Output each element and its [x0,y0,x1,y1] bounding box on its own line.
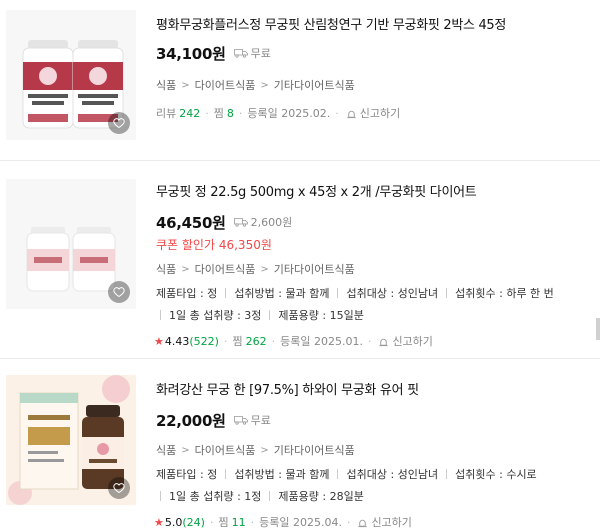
category-breadcrumb: 식품 > 다이어트식품 > 기타다이어트식품 [156,261,590,277]
product-thumbnail[interactable] [6,10,136,140]
zzim-count: 찜8 [213,107,234,120]
product-title[interactable]: 무궁핏 정 22.5g 500mg x 45정 x 2개 /무궁화핏 다이어트 [156,181,590,200]
product-card: 화려강산 무궁 한 [97.5%] 하와이 무궁화 유어 핏 22,000원 무… [0,359,600,530]
scrollbar-indicator[interactable] [596,318,600,340]
spec-row: 1일 총 섭취량 : 1정 제품용량 : 28일분 [156,486,590,508]
chevron-right-icon: > [260,79,269,91]
spec-item: 섭취방법 : 물과 함께 [234,468,330,481]
spec-item: 섭취횟수 : 수시로 [455,468,537,481]
separator-dot: · [238,106,243,120]
shipping-info: 무료 [233,412,271,428]
shipping-fee: 2,600원 [250,216,293,229]
spec-item: 1일 총 섭취량 : 3정 [169,309,262,322]
product-thumbnail[interactable] [6,179,136,309]
registered-date: 등록일 2025.02. [247,107,331,120]
category-link[interactable]: 기타다이어트식품 [274,77,355,93]
product-price: 22,000원 [156,411,226,430]
shipping-fee: 무료 [250,47,271,60]
heart-icon [113,118,125,129]
truck-icon [233,218,248,227]
siren-icon [347,110,356,118]
category-link[interactable]: 기타다이어트식품 [274,261,355,277]
chevron-right-icon: > [260,263,269,275]
spec-item: 섭취방법 : 물과 함께 [234,287,330,300]
category-link[interactable]: 식품 [156,261,176,277]
separator-dot: · [335,106,339,120]
zzim-button[interactable] [108,477,130,499]
siren-icon [358,519,368,527]
product-meta: ★4.43(522) · 찜 262 · 등록일 2025.01. · 신고하기 [154,333,590,349]
product-title[interactable]: 평화무궁화플러스정 무궁핏 산림청연구 기반 무궁화핏 2박스 45정 [156,14,590,33]
category-link[interactable]: 기타다이어트식품 [274,442,355,458]
separator-dot: · [205,106,209,120]
category-link[interactable]: 다이어트식품 [195,261,256,277]
product-card: 평화무궁화플러스정 무궁핏 산림청연구 기반 무궁화핏 2박스 45정 34,1… [0,0,600,160]
category-link[interactable]: 식품 [156,77,176,93]
category-breadcrumb: 식품 > 다이어트식품 > 기타다이어트식품 [156,77,590,93]
product-price: 46,450원 [156,213,226,232]
zzim-count: 찜 262 [232,335,267,348]
product-price: 34,100원 [156,44,226,63]
spec-row: 제품타입 : 정 섭취방법 : 물과 함께 섭취대상 : 성인남녀 섭취횟수 : 하루… [156,283,590,305]
spec-item: 1일 총 섭취량 : 1정 [169,490,262,503]
separator-dot: · [223,334,228,348]
shipping-fee: 무료 [250,414,271,427]
product-thumbnail[interactable] [6,375,136,505]
spec-item: 제품타입 : 정 [156,287,218,300]
shipping-info: 2,600원 [233,214,293,230]
product-card: 무궁핏 정 22.5g 500mg x 45정 x 2개 /무궁화핏 다이어트 … [0,161,600,362]
star-icon: ★ [154,334,164,348]
heart-icon [113,483,125,494]
spec-item: 제품용량 : 15일분 [278,309,364,322]
truck-icon [233,49,248,58]
siren-icon [379,338,389,346]
zzim-count: 찜 11 [218,516,246,529]
registered-date: 등록일 2025.01. [280,335,363,348]
registered-date: 등록일 2025.04. [259,516,342,529]
spec-item: 섭취대상 : 성인남녀 [346,468,439,481]
separator-dot: · [271,334,276,348]
product-meta: ★5.0(24) · 찜 11 · 등록일 2025.04. · 신고하기 [154,514,590,530]
spec-item: 섭취대상 : 성인남녀 [346,287,439,300]
report-button[interactable]: 신고하기 [357,514,412,530]
zzim-button[interactable] [108,281,130,303]
rating[interactable]: ★4.43(522) [154,335,219,348]
product-specs: 제품타입 : 정 섭취방법 : 물과 함께 섭취대상 : 성인남녀 섭취횟수 : 수시… [156,464,590,508]
spec-row: 제품타입 : 정 섭취방법 : 물과 함께 섭취대상 : 성인남녀 섭취횟수 : 수시… [156,464,590,486]
shipping-info: 무료 [233,45,271,61]
separator-dot: · [367,334,372,348]
report-button[interactable]: 신고하기 [378,333,433,349]
product-info: 화려강산 무궁 한 [97.5%] 하와이 무궁화 유어 핏 22,000원 무… [154,379,590,530]
spec-row: 1일 총 섭취량 : 3정 제품용량 : 15일분 [156,305,590,327]
product-title[interactable]: 화려강산 무궁 한 [97.5%] 하와이 무궁화 유어 핏 [156,379,590,398]
review-link[interactable]: 리뷰 242 [156,105,200,121]
chevron-right-icon: > [181,79,190,91]
spec-item: 섭취횟수 : 하루 한 번 [455,287,554,300]
report-button[interactable]: 신고하기 [346,105,400,121]
category-link[interactable]: 다이어트식품 [195,77,256,93]
product-specs: 제품타입 : 정 섭취방법 : 물과 함께 섭취대상 : 성인남녀 섭취횟수 : 하루… [156,283,590,327]
category-breadcrumb: 식품 > 다이어트식품 > 기타다이어트식품 [156,442,590,458]
chevron-right-icon: > [181,444,190,456]
truck-icon [233,416,248,425]
product-info: 평화무궁화플러스정 무궁핏 산림청연구 기반 무궁화핏 2박스 45정 34,1… [156,14,590,121]
heart-icon [113,287,125,298]
coupon-price: 쿠폰 할인가 46,350원 [156,238,272,252]
spec-item: 제품타입 : 정 [156,468,218,481]
category-link[interactable]: 다이어트식품 [195,442,256,458]
spec-item: 제품용량 : 28일분 [278,490,364,503]
category-link[interactable]: 식품 [156,442,176,458]
zzim-button[interactable] [108,112,130,134]
chevron-right-icon: > [181,263,190,275]
product-info: 무궁핏 정 22.5g 500mg x 45정 x 2개 /무궁화핏 다이어트 … [154,181,590,349]
chevron-right-icon: > [260,444,269,456]
product-meta: 리뷰 242 · 찜8 · 등록일 2025.02. · 신고하기 [156,105,590,121]
